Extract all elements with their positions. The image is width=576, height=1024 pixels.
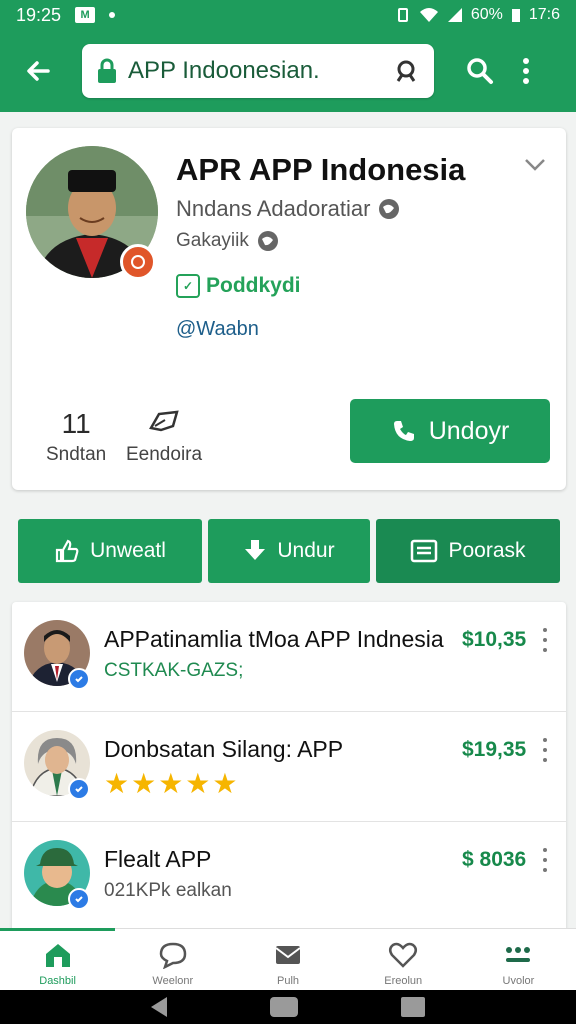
nav-label: Ereolun (384, 975, 423, 987)
verified-badge-icon (68, 888, 90, 910)
heart-icon (389, 942, 418, 968)
report-label: Poorask (448, 539, 526, 562)
bottom-nav: Dashbil Weelonr Pulh Ereolun Uvolor (0, 928, 576, 990)
more-vert-icon[interactable] (540, 628, 550, 652)
list-item[interactable]: Donbsatan Silang: APP ★★★★★ $19,35 (12, 712, 566, 822)
system-recents-icon[interactable] (400, 997, 425, 1017)
phone-icon (393, 421, 414, 441)
vibrate-icon (397, 8, 408, 22)
search-input[interactable]: APP Indoonesian. (82, 44, 434, 98)
system-nav-bar (0, 990, 576, 1024)
nav-label: Pulh (276, 975, 300, 987)
profile-subtitle-text: Nndans Adadoratiar (176, 196, 371, 221)
more-vert-icon (523, 58, 529, 84)
lock-icon (98, 58, 116, 83)
document-icon (411, 539, 438, 563)
profile-card: APR APP Indonesia Nndans Adadoratiar Gak… (12, 128, 566, 490)
nav-label: Dashbil (39, 975, 76, 987)
like-label: Unweatl (90, 539, 166, 562)
more-vert-icon[interactable] (540, 848, 550, 872)
list-item-title: Donbsatan Silang: APP (104, 736, 344, 762)
wifi-icon (419, 8, 438, 22)
check-square-icon: ✓ (176, 274, 200, 298)
list-item-title: Flealt APP (104, 846, 212, 872)
search-input-value: APP Indoonesian. (128, 57, 320, 84)
system-back-icon[interactable] (151, 997, 168, 1017)
location-icon[interactable] (392, 57, 420, 85)
chat-icon (159, 942, 187, 969)
verified-badge-icon (68, 668, 90, 690)
like-button[interactable]: Unweatl (18, 519, 202, 583)
download-main-label: Undoyr (428, 416, 510, 445)
list-item-price: $ 8036 (462, 848, 527, 871)
system-home-icon[interactable] (269, 997, 298, 1017)
star-rating: ★★★★★ (104, 768, 240, 799)
stat-reviews[interactable]: Eendoira (126, 408, 202, 466)
list-item-price: $10,35 (462, 628, 527, 651)
app-list: APPatinamlia tMoa APP Indnesia CSTKAK-GA… (12, 602, 566, 932)
status-time: 19:25 (16, 4, 62, 25)
nav-item-dashboard[interactable]: Dashbil (0, 928, 116, 990)
list-item[interactable]: APPatinamlia tMoa APP Indnesia CSTKAK-GA… (12, 602, 566, 712)
profile-subtitle: Nndans Adadoratiar (176, 196, 400, 222)
notification-dot-icon (109, 12, 116, 18)
action-row: Unweatl Undur Poorask (18, 519, 560, 583)
search-icon (467, 58, 493, 84)
verified-badge-icon (120, 244, 156, 280)
stat-number: 11 (61, 408, 91, 439)
profile-tag-label: Poddkydi (206, 274, 301, 297)
nav-item-mail[interactable]: Pulh (230, 929, 345, 990)
list-item-subtitle: CSTKAK-GAZS; (104, 660, 244, 681)
list-item-subtitle: 021KPk ealkan (104, 880, 232, 901)
report-button[interactable]: Poorask (376, 519, 560, 583)
nav-item-chat[interactable]: Weelonr (115, 929, 230, 990)
battery-text: 60% (470, 6, 503, 23)
download-main-button[interactable]: Undoyr (350, 399, 550, 463)
profile-handle[interactable]: @Waabn (176, 318, 259, 341)
grid-icon (506, 947, 531, 962)
battery-icon (511, 9, 520, 22)
more-vert-icon[interactable] (540, 738, 550, 762)
globe-icon (257, 231, 278, 251)
nav-label: Weelonr (152, 975, 194, 987)
nav-item-more[interactable]: Uvolor (461, 929, 576, 990)
verified-badge-icon (68, 778, 90, 800)
arrow-left-icon (27, 61, 50, 81)
profile-location: Gakayiik (176, 230, 279, 252)
signal-icon (447, 8, 462, 22)
nav-item-favorites[interactable]: Ereolun (346, 929, 461, 990)
app-bar: APP Indoonesian. (0, 30, 576, 112)
search-button[interactable] (452, 43, 508, 99)
stat-label: Sndtan (46, 444, 107, 465)
thumbs-up-icon (55, 539, 79, 563)
list-item-price: $19,35 (462, 738, 527, 761)
download-label: Undur (277, 539, 335, 562)
back-button[interactable] (10, 43, 66, 99)
stat-label: Eendoira (126, 444, 203, 465)
list-item-title: APPatinamlia tMoa APP Indnesia (104, 626, 444, 652)
download-icon (245, 540, 266, 560)
profile-tag[interactable]: ✓ Poddkydi (176, 274, 301, 298)
profile-title: APR APP Indonesia (176, 152, 466, 187)
gmail-icon: M (75, 7, 96, 23)
list-item[interactable]: Flealt APP 021KPk ealkan $ 8036 (12, 822, 566, 932)
profile-location-text: Gakayiik (176, 230, 249, 251)
more-options-button[interactable] (508, 43, 544, 99)
home-icon (45, 944, 70, 967)
status-clock-right: 17:6 (528, 6, 560, 23)
download-button[interactable]: Undur (208, 519, 370, 583)
chat-bubble-icon (126, 408, 202, 444)
status-bar: 19:25 M 60% 17:6 (0, 0, 576, 30)
mail-icon (275, 946, 301, 964)
chevron-down-icon (525, 159, 545, 171)
nav-label: Uvolor (502, 975, 535, 987)
globe-icon (379, 199, 400, 219)
expand-button[interactable] (524, 158, 546, 177)
stat-followers[interactable]: 11 Sndtan (46, 408, 106, 466)
